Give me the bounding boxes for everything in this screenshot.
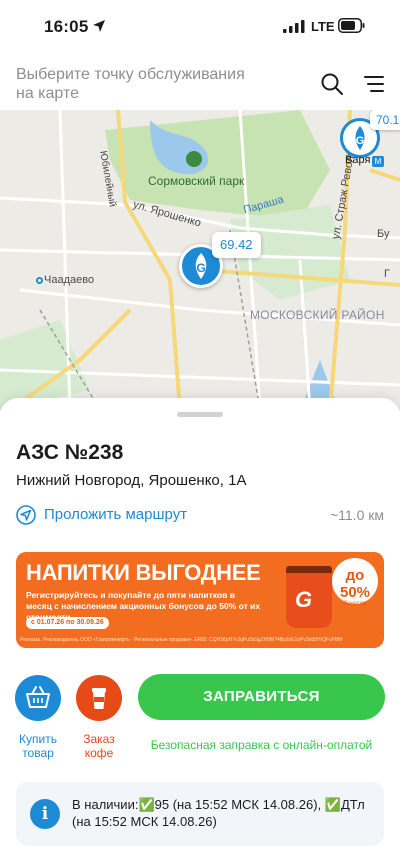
percent-badge: до 50% бонусов (332, 558, 378, 607)
park-icon (186, 151, 202, 167)
badge-sub: бонусов (343, 601, 367, 607)
district-label: МОСКОВСКИЙ РАЙОН (250, 308, 385, 322)
menu-icon[interactable] (364, 74, 384, 94)
svg-text:G: G (196, 261, 205, 275)
badge-percent: до 50% (339, 567, 371, 601)
station-title: АЗС №238 (16, 441, 124, 464)
village-label: Чаадаево (44, 274, 95, 286)
availability-text: В наличии:✅95 (на 15:52 МСК 14.08.26), ✅… (72, 797, 365, 829)
status-bar: 16:05 LTE (0, 0, 400, 52)
basket-icon (26, 686, 50, 708)
info-icon: i (30, 799, 60, 829)
sheet-grabber[interactable] (177, 412, 223, 417)
order-coffee-button[interactable] (76, 675, 122, 721)
refuel-caption: Безопасная заправка с онлайн-оплатой (150, 738, 373, 752)
coffee-cup-image: G (286, 566, 332, 628)
coffee-cup-icon (92, 688, 106, 709)
map[interactable]: Сормовский парк МОСКОВСКИЙ РАЙОН ул. Яро… (0, 110, 400, 410)
buy-goods-button[interactable] (15, 675, 61, 721)
search-icon[interactable] (320, 72, 344, 96)
price-tag-selected[interactable]: 69.42 (212, 232, 261, 258)
buy-goods-label[interactable]: Купить товар (8, 732, 68, 760)
location-arrow-icon (93, 20, 105, 32)
street-label-bu: Бу (377, 228, 390, 240)
station2-label: Варя (345, 154, 371, 166)
promo-banner[interactable]: НАПИТКИ ВЫГОДНЕЕ Регистрируйтесь и покуп… (16, 552, 384, 648)
availability-info: i В наличии:✅95 (на 15:52 МСК 14.08.26),… (16, 782, 384, 846)
signal-icon (283, 20, 305, 33)
banner-disclaimer: Реклама. Рекламодатель ООО «Газпромнефть… (20, 637, 343, 643)
svg-text:G: G (356, 135, 365, 147)
price-tag-secondary[interactable]: 70.1 (370, 110, 400, 130)
battery-icon (338, 18, 365, 33)
park-label: Сормовский парк (148, 174, 245, 188)
banner-dates: с 01.07.26 по 30.09.26 (26, 617, 109, 629)
header: Выберите точку обслуживания на карте (0, 52, 400, 110)
search-hint[interactable]: Выберите точку обслуживания на карте (16, 65, 266, 103)
station-address: Нижний Новгород, Ярошенко, 1А (16, 472, 247, 489)
network-type: LTE (311, 19, 335, 34)
status-time: 16:05 (44, 17, 89, 36)
street-label-g: Г (384, 268, 390, 280)
banner-title: НАПИТКИ ВЫГОДНЕЕ (26, 560, 261, 585)
refuel-button[interactable]: ЗАПРАВИТЬСЯ (138, 674, 385, 720)
order-coffee-label[interactable]: Заказ кофе (69, 732, 129, 760)
station-sheet: АЗС №238 Нижний Новгород, Ярошенко, 1А П… (0, 398, 400, 867)
route-link[interactable]: Проложить маршрут (44, 506, 187, 523)
village-dot-icon (36, 277, 43, 284)
cup-brand: G (295, 587, 313, 612)
metro-icon: M (372, 156, 384, 167)
station-distance: ~11.0 км (329, 507, 384, 523)
navigation-arrow-icon[interactable] (16, 505, 36, 525)
